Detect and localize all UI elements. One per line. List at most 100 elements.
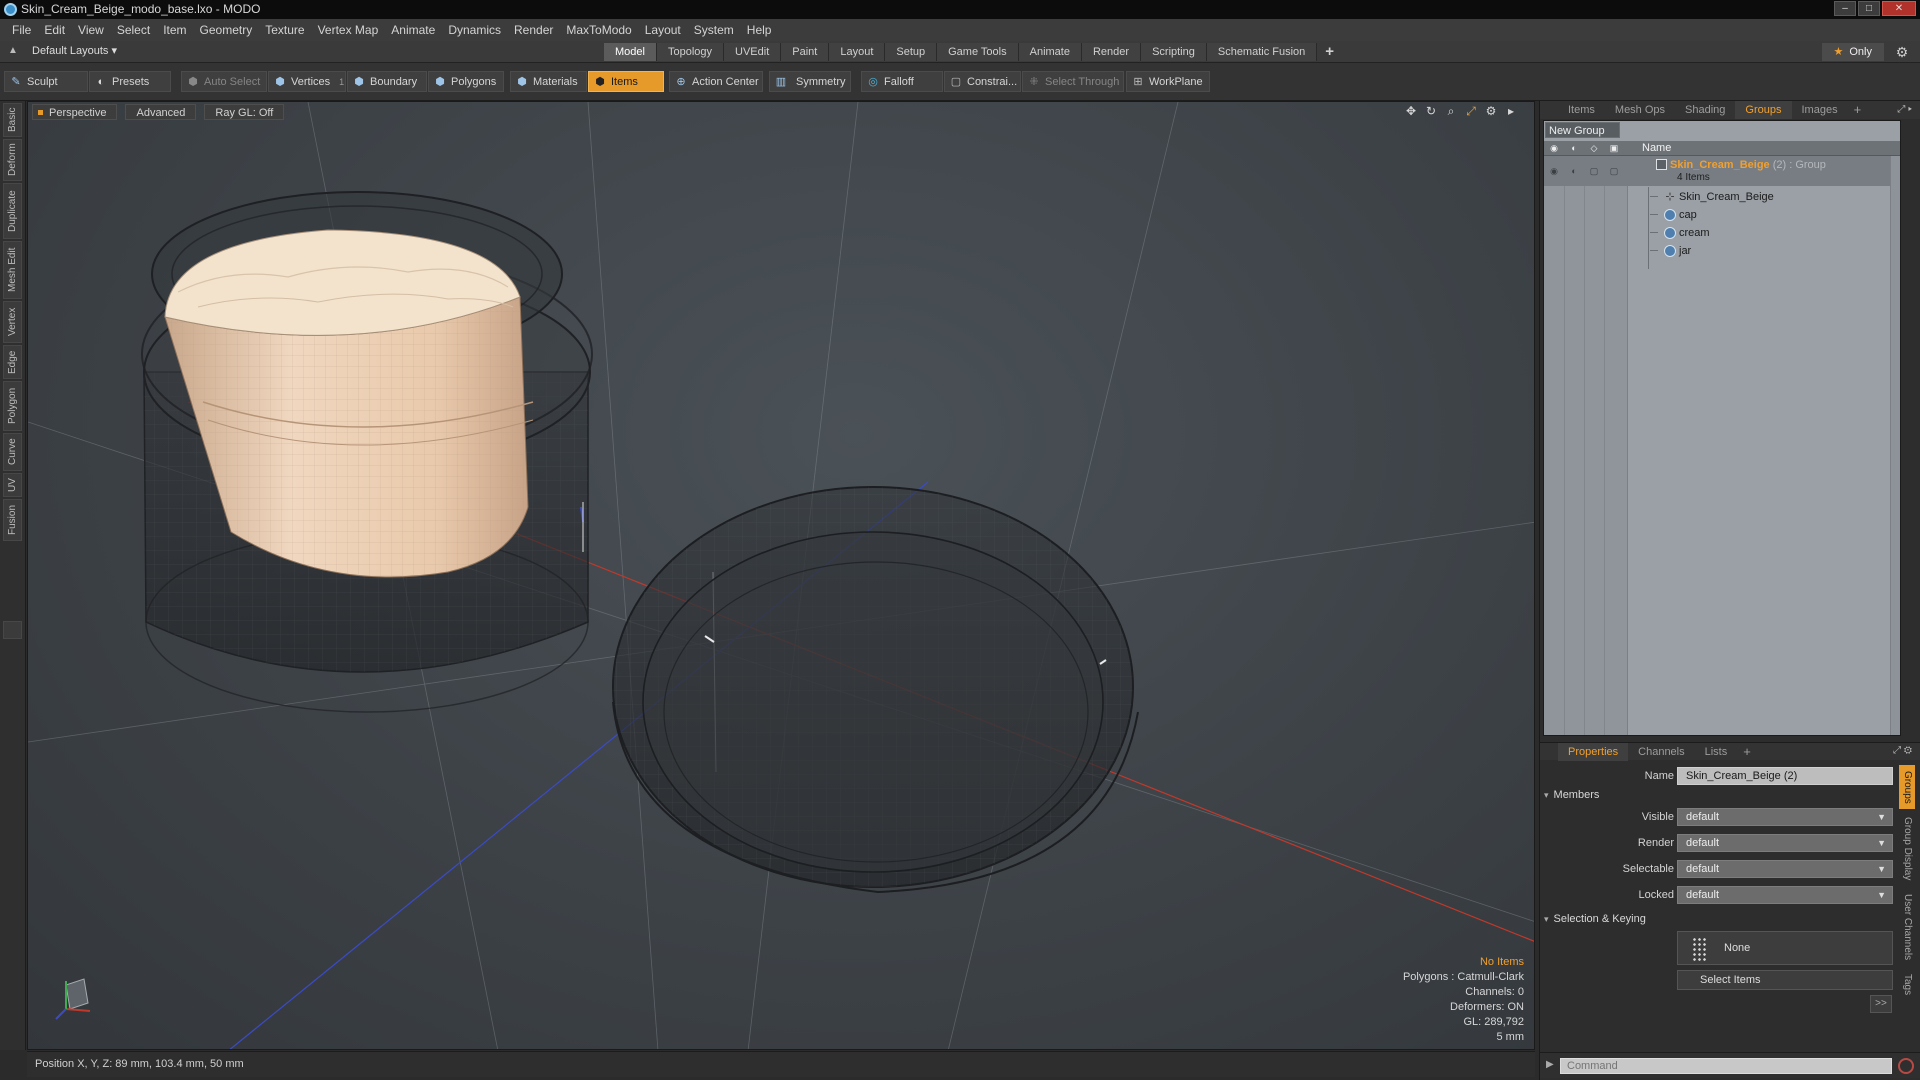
panel-expand-icon[interactable]: ⤢ ▸ — [1888, 103, 1912, 117]
view-menu-arrow-icon[interactable]: ▸ — [1504, 104, 1518, 118]
menu-layout[interactable]: Layout — [639, 23, 688, 37]
group-child-cap[interactable]: cap — [1544, 206, 1900, 224]
tab-scripting[interactable]: Scripting — [1141, 43, 1207, 61]
vtab-vertex[interactable]: Vertex — [3, 301, 22, 343]
tab-shading[interactable]: Shading — [1675, 101, 1735, 119]
tab-items[interactable]: Items — [1558, 101, 1605, 119]
vtab-collapse[interactable] — [3, 621, 22, 639]
side-tab-groups[interactable]: Groups — [1899, 765, 1915, 809]
tab-schematic-fusion[interactable]: Schematic Fusion — [1206, 43, 1318, 61]
add-properties-tab-button[interactable]: + — [1737, 743, 1757, 761]
command-input[interactable] — [1560, 1058, 1892, 1074]
layout-expand-icon[interactable]: ▲ — [8, 45, 18, 57]
vtab-mesh-edit[interactable]: Mesh Edit — [3, 241, 22, 299]
vtab-uv[interactable]: UV — [3, 473, 22, 497]
groups-scrollbar[interactable] — [1890, 156, 1900, 735]
selectable-dropdown[interactable]: default ▼ — [1677, 860, 1893, 878]
view-mode-dropdown[interactable]: Perspective — [32, 104, 118, 120]
side-tab-tags[interactable]: Tags — [1899, 969, 1915, 1001]
visibility-column-eye-icon[interactable]: ◉ — [1547, 143, 1561, 154]
menu-select[interactable]: Select — [111, 23, 157, 37]
tab-lists[interactable]: Lists — [1695, 743, 1738, 761]
close-button[interactable]: ✕ — [1882, 1, 1916, 16]
rotate-view-icon[interactable]: ↻ — [1424, 104, 1438, 118]
gear-icon[interactable]: ⚙ — [1894, 44, 1910, 60]
vtab-deform[interactable]: Deform — [3, 139, 22, 181]
tab-uvedit[interactable]: UVEdit — [724, 43, 782, 61]
selection-keying-section[interactable]: Selection & Keying — [1544, 913, 1646, 925]
vertices-button[interactable]: ⬢ Vertices 1 — [268, 71, 346, 92]
materials-button[interactable]: ⬢ Materials — [510, 71, 587, 92]
tab-properties[interactable]: Properties — [1558, 743, 1629, 761]
group-render-icon[interactable]: ◐ — [1568, 165, 1580, 177]
tab-mesh-ops[interactable]: Mesh Ops — [1605, 101, 1675, 119]
move-view-icon[interactable]: ✥ — [1404, 104, 1418, 118]
name-column-header[interactable]: Name — [1642, 142, 1671, 154]
vtab-edge[interactable]: Edge — [3, 345, 22, 379]
boundary-button[interactable]: ⬢ Boundary — [347, 71, 427, 92]
tab-render[interactable]: Render — [1081, 43, 1142, 61]
menu-item[interactable]: Item — [157, 23, 193, 37]
visible-dropdown[interactable]: default ▼ — [1677, 808, 1893, 826]
default-layouts-dropdown[interactable]: Default Layouts ▾ — [32, 44, 117, 57]
only-toggle-button[interactable]: ★ Only — [1821, 43, 1884, 61]
new-group-button[interactable]: New Group — [1545, 122, 1620, 138]
tab-animate[interactable]: Animate — [1018, 43, 1082, 61]
side-tab-user-channels[interactable]: User Channels — [1899, 889, 1915, 965]
side-tab-group-display[interactable]: Group Display — [1899, 813, 1915, 885]
tab-layout[interactable]: Layout — [829, 43, 886, 61]
add-tab-button[interactable]: + — [1317, 43, 1342, 61]
more-options-button[interactable]: >> — [1870, 995, 1892, 1013]
constraints-button[interactable]: ▢ Constrai... — [944, 71, 1021, 92]
group-lock-checkbox[interactable]: ▢ — [1608, 165, 1620, 177]
maximize-view-icon[interactable]: ⤢ — [1464, 104, 1478, 118]
menu-system[interactable]: System — [688, 23, 741, 37]
group-visibility-eye-icon[interactable]: ◉ — [1548, 165, 1560, 177]
lock-column-icon[interactable]: ▣ — [1607, 143, 1621, 154]
select-none-button[interactable]: None — [1677, 931, 1893, 965]
workplane-button[interactable]: ⊞ WorkPlane — [1126, 71, 1210, 92]
view-settings-gear-icon[interactable]: ⚙ — [1484, 104, 1498, 118]
select-column-icon[interactable]: ◇ — [1587, 143, 1601, 154]
tab-images[interactable]: Images — [1792, 101, 1848, 119]
tab-groups[interactable]: Groups — [1735, 101, 1792, 119]
3d-viewport[interactable]: Perspective Advanced Ray GL: Off ✥ ↻ ⌕ ⤢… — [27, 101, 1535, 1050]
render-dropdown[interactable]: default ▼ — [1677, 834, 1893, 852]
falloff-button[interactable]: ◎ Falloff — [861, 71, 943, 92]
vtab-basic[interactable]: Basic — [3, 103, 22, 137]
tab-setup[interactable]: Setup — [885, 43, 938, 61]
add-panel-tab-button[interactable]: + — [1848, 101, 1868, 119]
polygons-button[interactable]: ⬢ Polygons — [428, 71, 504, 92]
tab-channels[interactable]: Channels — [1628, 743, 1694, 761]
auto-select-button[interactable]: ⬢ Auto Select — [181, 71, 267, 92]
shading-dropdown[interactable]: Advanced — [125, 104, 197, 120]
menu-maxtomodo[interactable]: MaxToModo — [560, 23, 638, 37]
name-field[interactable]: Skin_Cream_Beige (2) — [1677, 767, 1893, 785]
menu-file[interactable]: File — [6, 23, 38, 37]
vtab-polygon[interactable]: Polygon — [3, 381, 22, 431]
presets-button[interactable]: ◐ Presets — [89, 71, 171, 92]
group-child-cream[interactable]: cream — [1544, 224, 1900, 242]
menu-animate[interactable]: Animate — [385, 23, 442, 37]
menu-help[interactable]: Help — [741, 23, 779, 37]
tab-topology[interactable]: Topology — [656, 43, 725, 61]
menu-texture[interactable]: Texture — [259, 23, 311, 37]
vtab-fusion[interactable]: Fusion — [3, 499, 22, 541]
menu-view[interactable]: View — [72, 23, 111, 37]
minimize-button[interactable]: – — [1834, 1, 1856, 16]
sculpt-button[interactable]: ✎ Sculpt — [4, 71, 88, 92]
menu-render[interactable]: Render — [508, 23, 560, 37]
tab-game-tools[interactable]: Game Tools — [937, 43, 1019, 61]
symmetry-button[interactable]: ▥ Symmetry — [769, 71, 851, 92]
select-items-button[interactable]: Select Items — [1677, 970, 1893, 990]
group-child-skin-cream-beige[interactable]: ⊹ Skin_Cream_Beige — [1544, 188, 1900, 206]
locked-dropdown[interactable]: default ▼ — [1677, 886, 1893, 904]
record-macro-icon[interactable] — [1898, 1058, 1914, 1074]
select-through-button[interactable]: ⁜ Select Through — [1022, 71, 1124, 92]
action-center-button[interactable]: ⊕ Action Center — [669, 71, 763, 92]
render-column-icon[interactable]: ◐ — [1567, 143, 1581, 154]
menu-vertex-map[interactable]: Vertex Map — [312, 23, 386, 37]
menu-dynamics[interactable]: Dynamics — [442, 23, 508, 37]
maximize-button[interactable]: □ — [1858, 1, 1880, 16]
group-child-jar[interactable]: jar — [1544, 242, 1900, 260]
